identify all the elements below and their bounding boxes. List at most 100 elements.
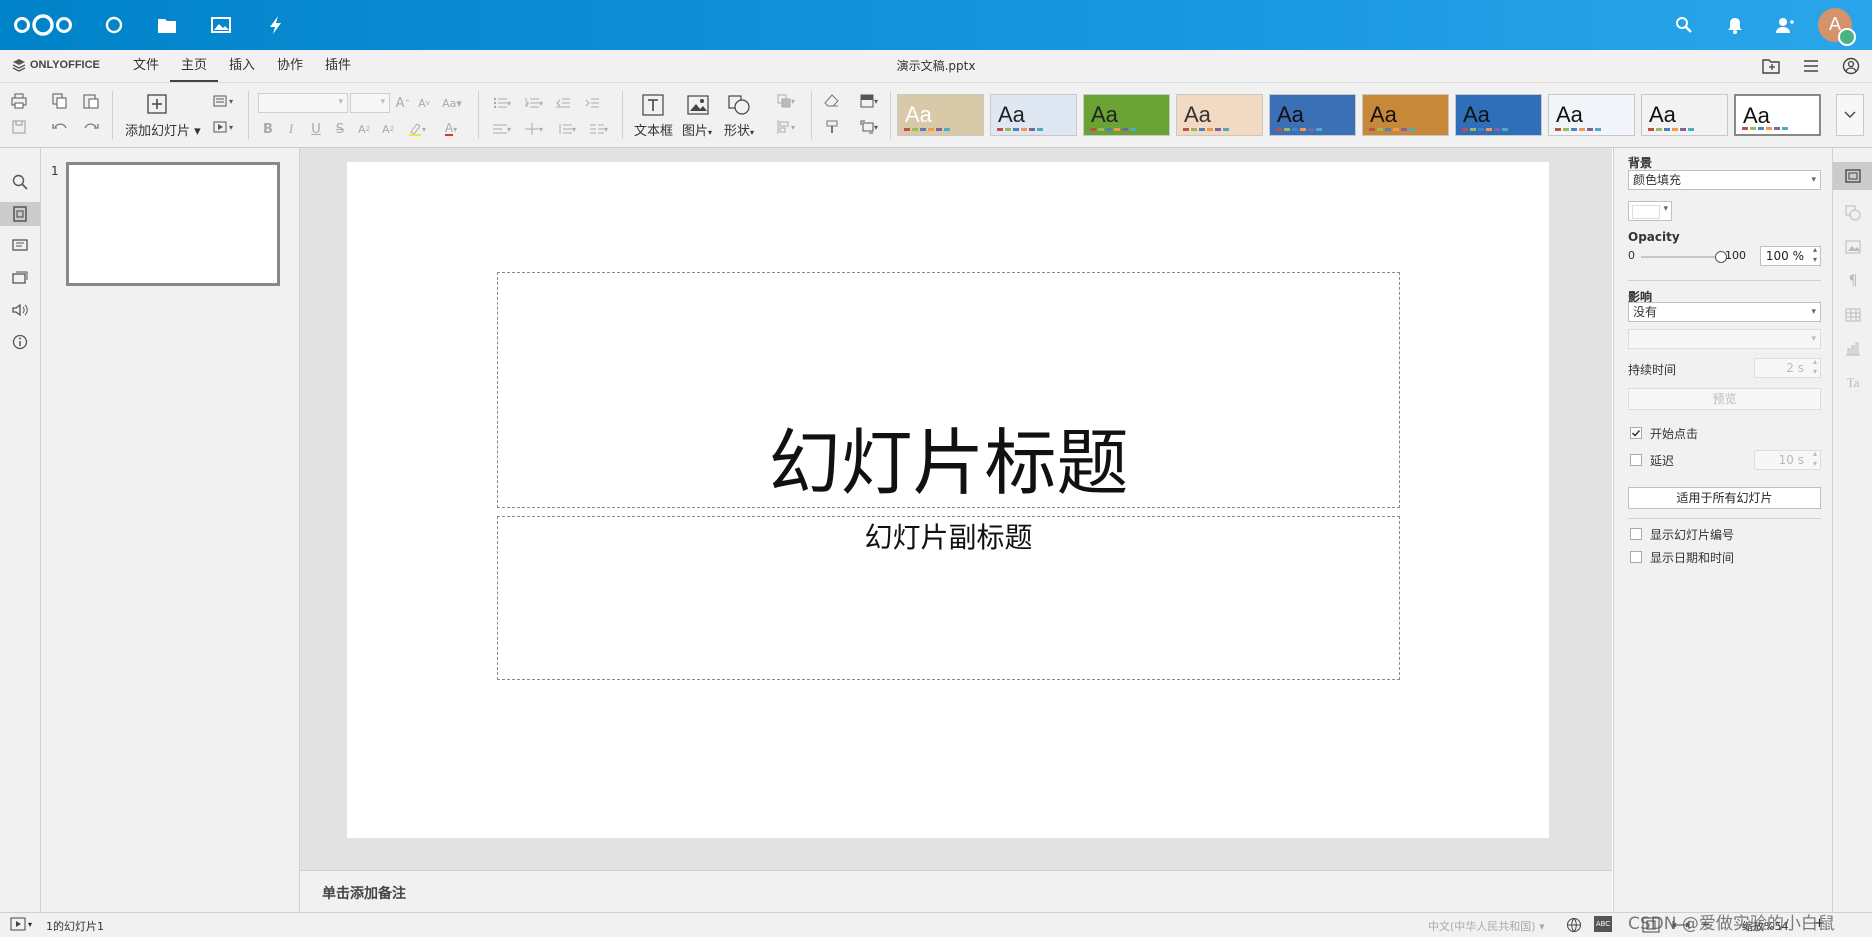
increase-indent-icon[interactable]	[582, 93, 602, 113]
search-icon[interactable]	[8, 170, 32, 194]
tab-home[interactable]: 主页	[170, 50, 218, 82]
show-slide-number-checkbox[interactable]	[1630, 528, 1642, 540]
underline-icon[interactable]: U	[306, 119, 326, 139]
speaker-icon[interactable]	[8, 298, 32, 322]
spellcheck-icon[interactable]: ABC	[1594, 916, 1612, 932]
menu-icon[interactable]	[1803, 59, 1819, 76]
arrange-icon[interactable]: ▾	[772, 91, 800, 111]
shape-button[interactable]: 形状▾	[724, 120, 754, 139]
search-icon[interactable]	[1672, 13, 1696, 37]
open-location-icon[interactable]	[1762, 58, 1780, 77]
apply-all-button[interactable]: 适用于所有幻灯片	[1628, 487, 1821, 509]
language-select[interactable]: 中文(中华人民共和国) ▾	[1428, 918, 1545, 934]
opacity-input[interactable]: 100 % ▴ ▾	[1760, 245, 1821, 266]
line-spacing-icon[interactable]: ▾	[553, 119, 581, 139]
nextcloud-logo-icon[interactable]	[12, 13, 74, 37]
effect-select[interactable]: 没有 ▾	[1628, 302, 1821, 322]
columns-icon[interactable]: ▾	[585, 119, 613, 139]
preview-button[interactable]: 预览	[1628, 388, 1821, 410]
theme-thumbnail[interactable]: Aa	[1083, 94, 1170, 136]
chat-icon[interactable]	[8, 266, 32, 290]
tab-file[interactable]: 文件	[133, 50, 159, 82]
bell-icon[interactable]	[1723, 13, 1747, 37]
clear-style-icon[interactable]	[822, 91, 842, 111]
bullets-icon[interactable]: ▾	[488, 93, 516, 113]
notes-area[interactable]: 单击添加备注	[300, 870, 1612, 913]
save-icon[interactable]	[9, 117, 29, 137]
slideshow-icon[interactable]: ▾	[207, 117, 239, 137]
info-icon[interactable]	[8, 330, 32, 354]
align-left-icon[interactable]: ▾	[488, 119, 516, 139]
fit-width-icon[interactable]	[1672, 917, 1690, 936]
title-placeholder[interactable]: 幻灯片标题	[497, 272, 1400, 508]
copy-icon[interactable]	[50, 91, 70, 111]
copy-style-icon[interactable]	[822, 117, 842, 137]
themes-expand-button[interactable]	[1836, 94, 1864, 136]
redo-icon[interactable]	[81, 117, 101, 137]
paste-icon[interactable]	[81, 91, 101, 111]
increase-font-icon[interactable]: A ^	[393, 93, 413, 113]
font-name-select[interactable]: ▾	[258, 93, 348, 113]
theme-thumbnail[interactable]: Aa	[1734, 94, 1821, 136]
opacity-slider[interactable]	[1641, 251, 1727, 263]
duration-input[interactable]: 2 s ▴ ▾	[1754, 357, 1821, 378]
theme-thumbnail[interactable]: Aa	[990, 94, 1077, 136]
zoom-out-button[interactable]: −	[1700, 917, 1710, 931]
textbox-icon[interactable]	[641, 93, 665, 117]
font-size-select[interactable]: ▾	[350, 93, 390, 113]
theme-thumbnail[interactable]: Aa	[1362, 94, 1449, 136]
show-date-time-checkbox[interactable]	[1630, 551, 1642, 563]
italic-icon[interactable]: I	[281, 119, 301, 139]
shape-settings-icon[interactable]	[1841, 201, 1865, 225]
files-icon[interactable]	[155, 13, 179, 37]
theme-thumbnail[interactable]: Aa	[1548, 94, 1635, 136]
image-button[interactable]: 图片▾	[682, 120, 712, 139]
add-slide-icon[interactable]	[146, 93, 168, 115]
start-slideshow-button[interactable]: ▾	[10, 917, 32, 931]
fill-type-select[interactable]: 颜色填充 ▾	[1628, 170, 1821, 190]
vertical-align-icon[interactable]: ▾	[520, 119, 548, 139]
textbox-button[interactable]: 文本框	[634, 120, 673, 139]
user-icon[interactable]	[1842, 57, 1860, 78]
decrease-font-icon[interactable]: Av	[414, 93, 434, 113]
numbering-icon[interactable]: ▾	[520, 93, 548, 113]
print-icon[interactable]	[9, 91, 29, 111]
image-icon[interactable]	[686, 93, 710, 117]
activity-icon[interactable]	[264, 13, 288, 37]
change-case-icon[interactable]: Aa▾	[438, 93, 466, 113]
strikethrough-icon[interactable]: S	[330, 119, 350, 139]
slides-icon[interactable]	[0, 202, 40, 226]
zoom-in-button[interactable]: +	[1814, 916, 1825, 931]
chart-settings-icon[interactable]	[1841, 337, 1865, 361]
theme-thumbnail[interactable]: Aa	[1455, 94, 1542, 136]
align-objects-icon[interactable]: ▾	[772, 117, 800, 137]
slide-size-icon[interactable]: ▾	[855, 117, 883, 137]
photos-icon[interactable]	[209, 13, 233, 37]
slide-canvas[interactable]: 幻灯片标题 幻灯片副标题	[347, 162, 1549, 838]
subscript-icon[interactable]: A2	[378, 119, 398, 139]
contacts-icon[interactable]	[1773, 13, 1797, 37]
effect-type-select[interactable]: ▾	[1628, 329, 1821, 349]
superscript-icon[interactable]: A2	[354, 119, 374, 139]
add-slide-button[interactable]: 添加幻灯片 ▾	[125, 120, 201, 139]
comments-icon[interactable]	[8, 234, 32, 258]
image-settings-icon[interactable]	[1841, 235, 1865, 259]
theme-thumbnail[interactable]: Aa	[1269, 94, 1356, 136]
text-art-settings-icon[interactable]: Ta	[1841, 371, 1865, 395]
shape-icon[interactable]	[727, 93, 751, 117]
font-color-icon[interactable]: A ▾	[437, 119, 465, 139]
bold-icon[interactable]: B	[258, 119, 278, 139]
tab-insert[interactable]: 插入	[229, 50, 255, 82]
start-on-click-checkbox[interactable]	[1630, 427, 1642, 439]
highlight-icon[interactable]: ▾	[403, 119, 431, 139]
delay-checkbox[interactable]	[1630, 454, 1642, 466]
fit-slide-icon[interactable]	[1642, 917, 1660, 936]
slide-thumbnail[interactable]	[66, 162, 280, 286]
layout-icon[interactable]: ▾	[207, 91, 239, 111]
paragraph-settings-icon[interactable]: ¶	[1841, 269, 1865, 293]
theme-thumbnail[interactable]: Aa	[1176, 94, 1263, 136]
delay-input[interactable]: 10 s ▴ ▾	[1754, 449, 1821, 470]
globe-icon[interactable]	[1566, 917, 1582, 936]
fill-color-picker[interactable]: ▾	[1628, 201, 1672, 221]
tab-plugins[interactable]: 插件	[325, 50, 351, 82]
